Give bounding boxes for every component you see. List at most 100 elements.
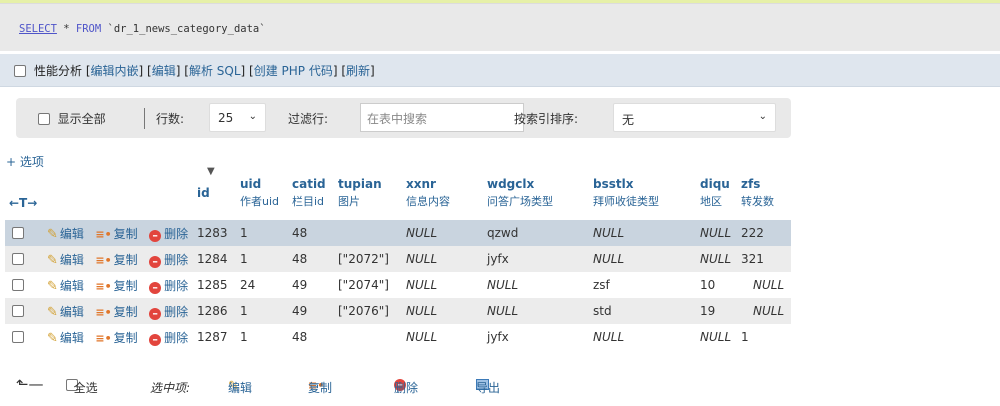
cell-wdgclx[interactable]: jyfx <box>487 246 593 272</box>
cell-catid[interactable]: 48 <box>292 246 338 272</box>
table-row[interactable]: ✎ 编辑 ≡• 复制 – 删除 1283 1 48 NULL qzwd NULL NULL 222 <box>5 220 791 246</box>
cell-id[interactable]: 1286 <box>197 298 240 324</box>
cell-uid[interactable]: 1 <box>240 324 292 350</box>
row-edit-button[interactable]: ✎ 编辑 <box>47 279 84 294</box>
cell-xxnr[interactable]: NULL <box>406 324 487 350</box>
row-delete-button[interactable]: – 删除 <box>149 279 188 294</box>
select-all-control[interactable]: 全选 <box>66 379 98 395</box>
table-row[interactable]: ✎ 编辑 ≡• 复制 – 删除 1285 24 49 ["2074"] NULL NULL zsf 1… <box>5 272 791 298</box>
cell-tupian[interactable] <box>338 324 406 350</box>
table-row[interactable]: ✎ 编辑 ≡• 复制 – 删除 1284 1 48 ["2072"] NULL jyfx NULL N… <box>5 246 791 272</box>
arrow-up-left-icon: ⬑— <box>16 375 44 393</box>
cell-id[interactable]: 1287 <box>197 324 240 350</box>
cell-id[interactable]: 1284 <box>197 246 240 272</box>
row-checkbox[interactable] <box>12 331 24 343</box>
sql-table-name: `dr_1_news_category_data` <box>101 23 266 35</box>
cell-diqu[interactable]: NULL <box>700 246 741 272</box>
cell-xxnr[interactable]: NULL <box>406 220 487 246</box>
col-header-bsstlx[interactable]: bsstlx 拜师收徒类型 <box>593 166 700 220</box>
cell-uid[interactable]: 1 <box>240 246 292 272</box>
cell-diqu[interactable]: 19 <box>700 298 741 324</box>
delete-icon: – <box>149 255 162 268</box>
filter-search-input[interactable]: 在表中搜索 <box>360 103 524 132</box>
cell-xxnr[interactable]: NULL <box>406 246 487 272</box>
row-delete-button[interactable]: – 删除 <box>149 253 188 268</box>
col-header-zfs[interactable]: zfs 转发数 <box>741 166 791 220</box>
cell-bsstlx[interactable]: NULL <box>593 324 700 350</box>
row-copy-button[interactable]: ≡• 复制 <box>95 253 137 267</box>
cell-wdgclx[interactable]: jyfx <box>487 324 593 350</box>
cell-diqu[interactable]: NULL <box>700 324 741 350</box>
row-copy-button[interactable]: ≡• 复制 <box>95 227 137 241</box>
edit-inline-link[interactable]: 编辑内嵌 <box>91 64 139 78</box>
row-edit-button[interactable]: ✎ 编辑 <box>47 330 84 346</box>
row-copy-button[interactable]: ≡• 复制 <box>95 331 137 345</box>
col-header-diqu[interactable]: diqu 地区 <box>700 166 741 220</box>
cell-uid[interactable]: 24 <box>240 272 292 298</box>
cell-wdgclx[interactable]: NULL <box>487 298 593 324</box>
col-header-catid[interactable]: catid 栏目id <box>292 166 338 220</box>
show-all-checkbox[interactable] <box>38 113 50 125</box>
row-delete-button[interactable]: – 删除 <box>149 227 188 242</box>
cell-zfs[interactable]: 321 <box>741 246 791 272</box>
table-row[interactable]: ✎ 编辑 ≡• 复制 – 删除 1287 1 48 NULL jyfx NULL NULL 1 <box>5 324 791 350</box>
row-delete-button[interactable]: – 删除 <box>149 331 188 346</box>
row-checkbox[interactable] <box>12 305 24 317</box>
refresh-link[interactable]: 刷新 <box>346 64 370 78</box>
row-copy-button[interactable]: ≡• 复制 <box>95 305 137 319</box>
cell-wdgclx[interactable]: qzwd <box>487 220 593 246</box>
cell-xxnr[interactable]: NULL <box>406 272 487 298</box>
cell-zfs[interactable]: 1 <box>741 324 791 350</box>
row-edit-button[interactable]: ✎ 编辑 <box>47 227 84 242</box>
row-checkbox[interactable] <box>12 227 24 239</box>
cell-zfs[interactable]: 222 <box>741 220 791 246</box>
cell-id[interactable]: 1285 <box>197 272 240 298</box>
cell-catid[interactable]: 49 <box>292 298 338 324</box>
column-arrows-icon[interactable]: ←T→ <box>9 196 37 210</box>
cell-uid[interactable]: 1 <box>240 220 292 246</box>
col-header-wdgclx[interactable]: wdgclx 问答广场类型 <box>487 166 593 220</box>
cell-catid[interactable]: 48 <box>292 324 338 350</box>
col-header-tupian[interactable]: tupian 图片 <box>338 166 406 220</box>
sort-dropdown-icon[interactable]: ▼ <box>207 166 215 177</box>
show-all-control[interactable]: 显示全部 <box>38 110 106 127</box>
cell-diqu[interactable]: 10 <box>700 272 741 298</box>
cell-bsstlx[interactable]: NULL <box>593 220 700 246</box>
col-header-id[interactable]: id <box>197 166 240 220</box>
edit-link[interactable]: 编辑 <box>152 64 176 78</box>
delete-icon: – <box>149 333 162 346</box>
cell-uid[interactable]: 1 <box>240 298 292 324</box>
cell-bsstlx[interactable]: zsf <box>593 272 700 298</box>
cell-id[interactable]: 1283 <box>197 220 240 246</box>
profiling-checkbox[interactable] <box>14 65 26 77</box>
row-delete-button[interactable]: – 删除 <box>149 305 188 320</box>
row-checkbox[interactable] <box>12 253 24 265</box>
cell-diqu[interactable]: NULL <box>700 220 741 246</box>
cell-catid[interactable]: 49 <box>292 272 338 298</box>
sort-by-index-select[interactable]: 无 ⌄ <box>613 103 776 132</box>
cell-bsstlx[interactable]: NULL <box>593 246 700 272</box>
cell-tupian[interactable]: ["2072"] <box>338 246 406 272</box>
row-edit-button[interactable]: ✎ 编辑 <box>47 305 84 320</box>
row-copy-button[interactable]: ≡• 复制 <box>95 279 137 293</box>
pencil-icon: ✎ <box>47 330 58 346</box>
col-header-xxnr[interactable]: xxnr 信息内容 <box>406 166 487 220</box>
cell-zfs[interactable]: NULL <box>741 272 791 298</box>
cell-bsstlx[interactable]: std <box>593 298 700 324</box>
rows-select[interactable]: 25 ⌄ <box>209 103 266 132</box>
cell-zfs[interactable]: NULL <box>741 298 791 324</box>
cell-tupian[interactable]: ["2074"] <box>338 272 406 298</box>
cell-xxnr[interactable]: NULL <box>406 298 487 324</box>
explain-sql-link[interactable]: 解析 SQL <box>189 64 241 78</box>
checkbox-header <box>5 166 47 220</box>
cell-wdgclx[interactable]: NULL <box>487 272 593 298</box>
table-row[interactable]: ✎ 编辑 ≡• 复制 – 删除 1286 1 49 ["2076"] NULL NULL std 19… <box>5 298 791 324</box>
sql-select-keyword[interactable]: SELECT <box>19 23 57 35</box>
cell-catid[interactable]: 48 <box>292 220 338 246</box>
row-checkbox[interactable] <box>12 279 24 291</box>
cell-tupian[interactable]: ["2076"] <box>338 298 406 324</box>
col-header-uid[interactable]: uid 作者uid <box>240 166 292 220</box>
cell-tupian[interactable] <box>338 220 406 246</box>
create-php-code-link[interactable]: 创建 PHP 代码 <box>254 64 333 78</box>
row-edit-button[interactable]: ✎ 编辑 <box>47 253 84 268</box>
